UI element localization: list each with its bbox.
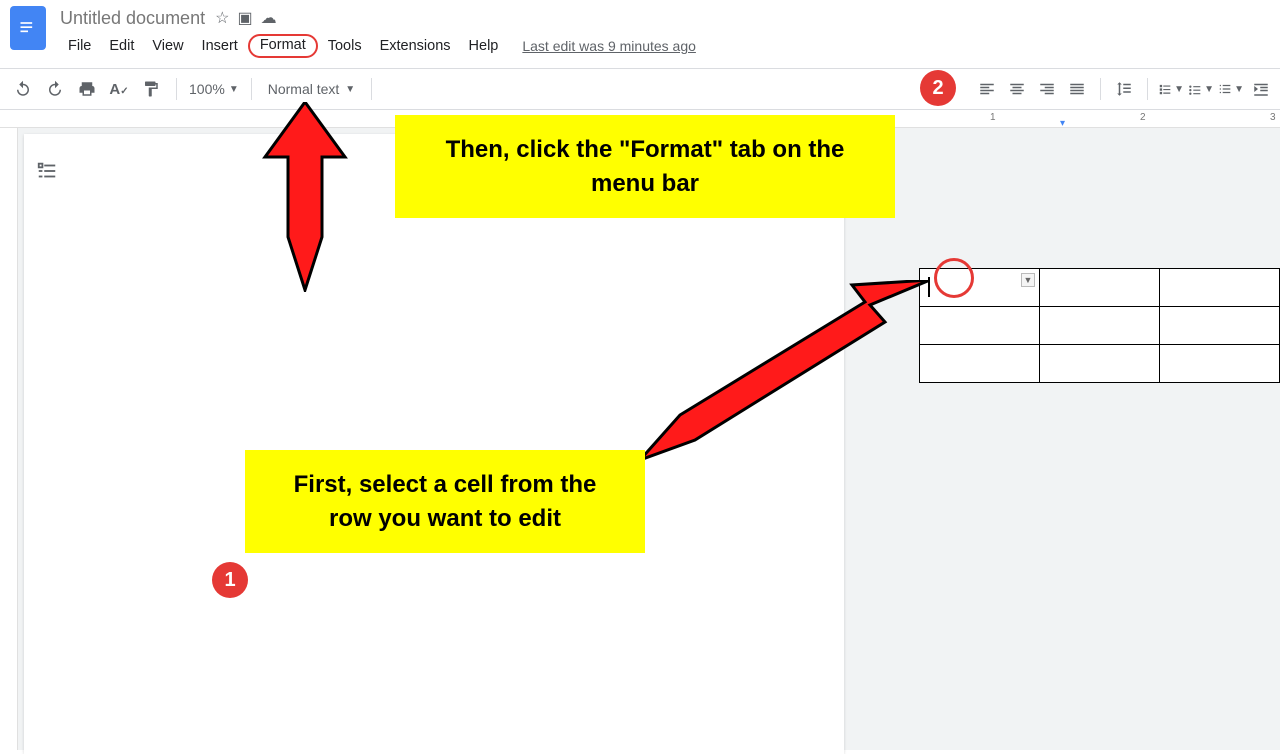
annotation-arrow-right bbox=[640, 280, 930, 460]
annotation-callout-1: First, select a cell from the row you wa… bbox=[245, 450, 645, 553]
menu-edit[interactable]: Edit bbox=[101, 35, 142, 57]
table-cell[interactable] bbox=[1040, 307, 1160, 345]
move-icon[interactable]: ▣ bbox=[237, 8, 252, 28]
menu-view[interactable]: View bbox=[144, 35, 191, 57]
redo-button[interactable] bbox=[42, 76, 68, 102]
bullet-list-button[interactable]: ▼ bbox=[1188, 76, 1214, 102]
doc-title[interactable]: Untitled document bbox=[60, 8, 205, 29]
chevron-down-icon: ▼ bbox=[1174, 84, 1184, 95]
title-area: Untitled document ☆ ▣ ☁ File Edit View I… bbox=[60, 6, 696, 58]
cell-dropdown-icon[interactable]: ▼ bbox=[1021, 273, 1035, 287]
menu-help[interactable]: Help bbox=[461, 35, 507, 57]
indent-decrease-button[interactable] bbox=[1248, 76, 1274, 102]
menu-insert[interactable]: Insert bbox=[194, 35, 246, 57]
docs-logo[interactable] bbox=[10, 6, 46, 50]
table-cell[interactable] bbox=[1160, 307, 1280, 345]
table-cell[interactable] bbox=[1040, 345, 1160, 383]
menu-format[interactable]: Format bbox=[248, 34, 318, 58]
menu-bar: File Edit View Insert Format Tools Exten… bbox=[60, 34, 696, 58]
chevron-down-icon: ▼ bbox=[345, 84, 355, 95]
print-button[interactable] bbox=[74, 76, 100, 102]
line-spacing-button[interactable] bbox=[1111, 76, 1137, 102]
annotation-badge-1: 1 bbox=[212, 562, 248, 598]
table-cell[interactable] bbox=[1160, 269, 1280, 307]
last-edit-link[interactable]: Last edit was 9 minutes ago bbox=[522, 38, 696, 54]
menu-extensions[interactable]: Extensions bbox=[372, 35, 459, 57]
align-center-button[interactable] bbox=[1004, 76, 1030, 102]
annotation-callout-2: Then, click the "Format" tab on the menu… bbox=[395, 115, 895, 218]
table-cell[interactable] bbox=[1160, 345, 1280, 383]
table-cell[interactable] bbox=[1040, 269, 1160, 307]
undo-button[interactable] bbox=[10, 76, 36, 102]
menu-file[interactable]: File bbox=[60, 35, 99, 57]
spellcheck-button[interactable]: A✓ bbox=[106, 76, 132, 102]
toolbar: A✓ 100%▼ Normal text▼ ▼ ▼ ▼ bbox=[0, 68, 1280, 110]
checklist-button[interactable]: ▼ bbox=[1158, 76, 1184, 102]
table-row[interactable] bbox=[920, 345, 1280, 383]
ruler-vertical bbox=[0, 128, 18, 750]
ruler-tick: 3 bbox=[1270, 112, 1276, 123]
table-cell[interactable] bbox=[920, 345, 1040, 383]
paint-format-button[interactable] bbox=[138, 76, 164, 102]
annotation-badge-2: 2 bbox=[920, 70, 956, 106]
annotation-circle-cell bbox=[934, 258, 974, 298]
chevron-down-icon: ▼ bbox=[1204, 84, 1214, 95]
cloud-icon[interactable]: ☁ bbox=[261, 8, 277, 28]
style-select[interactable]: Normal text▼ bbox=[264, 81, 359, 97]
chevron-down-icon: ▼ bbox=[229, 84, 239, 95]
outline-toggle-button[interactable] bbox=[36, 160, 62, 186]
numbered-list-button[interactable]: ▼ bbox=[1218, 76, 1244, 102]
align-right-button[interactable] bbox=[1034, 76, 1060, 102]
menu-tools[interactable]: Tools bbox=[320, 35, 370, 57]
star-icon[interactable]: ☆ bbox=[215, 8, 229, 28]
docs-file-icon bbox=[18, 15, 38, 41]
app-header: Untitled document ☆ ▣ ☁ File Edit View I… bbox=[0, 0, 1280, 58]
zoom-select[interactable]: 100%▼ bbox=[189, 81, 239, 97]
ruler-tick: 1 bbox=[990, 112, 996, 123]
workspace: ▾ 1 2 3 ▼ bbox=[0, 110, 1280, 750]
align-left-button[interactable] bbox=[974, 76, 1000, 102]
table-row[interactable] bbox=[920, 307, 1280, 345]
table-cell[interactable] bbox=[920, 307, 1040, 345]
document-table[interactable]: ▼ bbox=[919, 268, 1280, 383]
toolbar-right: ▼ ▼ ▼ bbox=[974, 76, 1280, 102]
ruler-tick: 2 bbox=[1140, 112, 1146, 123]
annotation-arrow-up bbox=[260, 102, 350, 292]
chevron-down-icon: ▼ bbox=[1234, 84, 1244, 95]
align-justify-button[interactable] bbox=[1064, 76, 1090, 102]
